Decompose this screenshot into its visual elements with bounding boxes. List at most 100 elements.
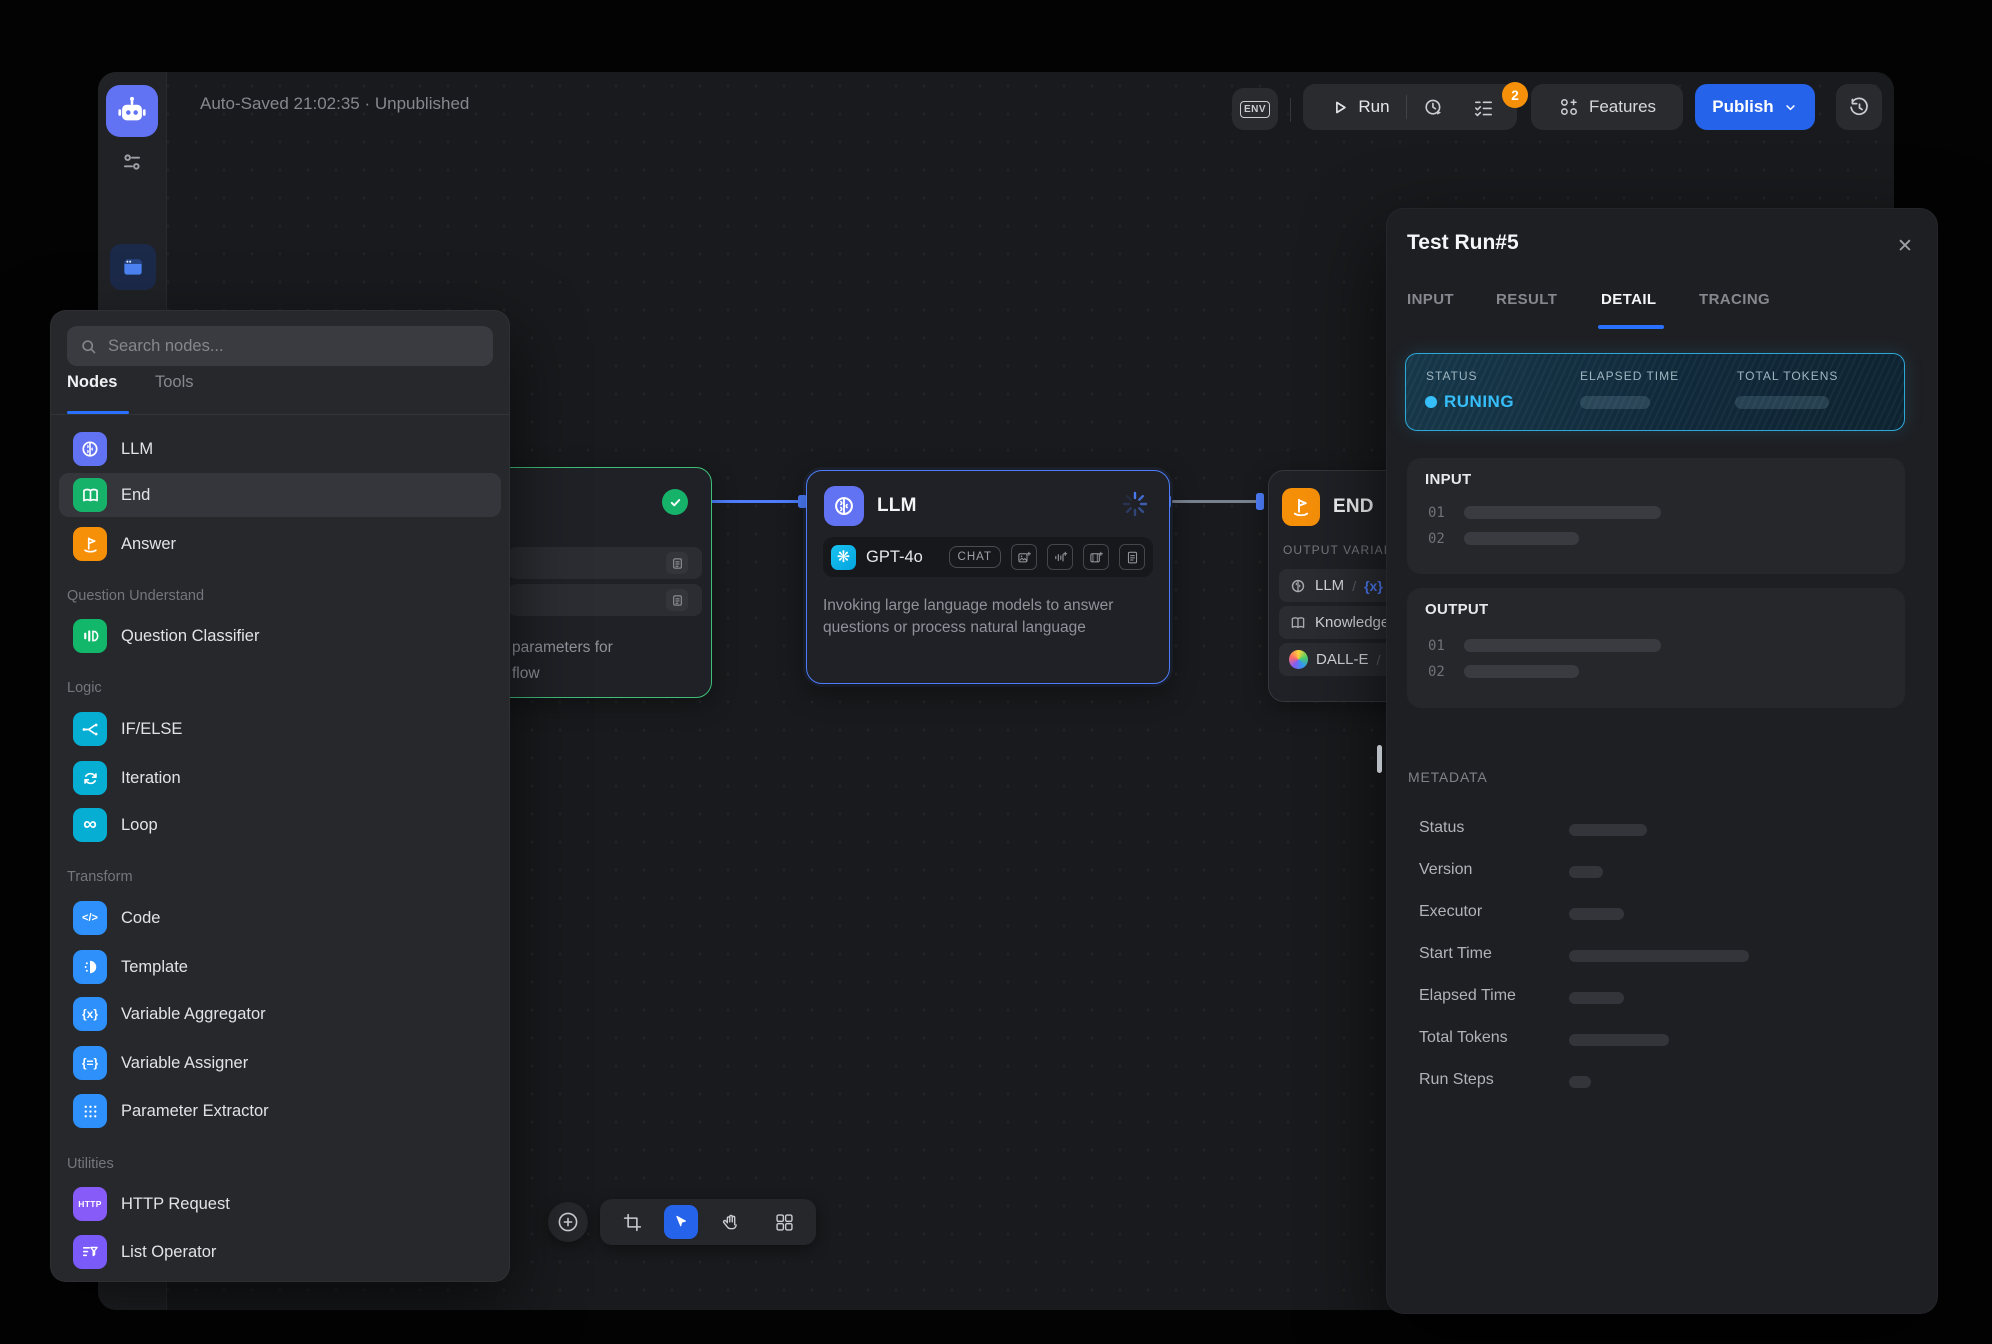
pointer-mode-button[interactable] xyxy=(664,1205,698,1239)
chat-mode-badge: CHAT xyxy=(949,546,1001,568)
model-selector[interactable]: ❋ GPT-4o CHAT xyxy=(823,537,1153,577)
meta-executor-skeleton xyxy=(1569,908,1624,920)
elapsed-time-label: ELAPSED TIME xyxy=(1580,369,1679,383)
iteration-icon xyxy=(73,761,107,795)
plus-circle-icon xyxy=(556,1210,580,1234)
total-tokens-label: TOTAL TOKENS xyxy=(1737,369,1838,383)
tab-detail[interactable]: DETAIL xyxy=(1601,291,1656,308)
checklist-icon xyxy=(1472,96,1495,119)
running-status-dot xyxy=(1425,396,1437,408)
publish-button[interactable]: Publish xyxy=(1695,84,1815,130)
llm-node-description: Invoking large language models to answer… xyxy=(823,595,1155,638)
tab-tools[interactable]: Tools xyxy=(155,373,194,392)
hand-mode-button[interactable] xyxy=(708,1200,752,1244)
edge-start-to-llm xyxy=(710,500,802,503)
llm-node[interactable]: LLM ❋ GPT-4o CHAT xyxy=(806,470,1170,684)
tab-tracing[interactable]: TRACING xyxy=(1699,291,1770,308)
status-card: STATUS ELAPSED TIME TOTAL TOKENS RUNING xyxy=(1405,353,1905,431)
meta-elapsed-time-skeleton xyxy=(1569,992,1624,1004)
run-history-button[interactable] xyxy=(1407,96,1460,119)
add-node-button[interactable] xyxy=(548,1202,588,1242)
palette-item-list-operator[interactable]: List Operator xyxy=(59,1230,501,1274)
clock-play-icon xyxy=(1422,96,1445,119)
palette-item-llm[interactable]: LLM xyxy=(59,427,501,471)
start-variable-row[interactable] xyxy=(508,584,702,616)
answer-icon xyxy=(73,527,107,561)
screenshot-root: Auto-Saved 21:02:35 · Unpublished ENV Ru… xyxy=(0,0,1992,1344)
features-button[interactable]: Features xyxy=(1531,84,1683,130)
run-button[interactable]: Run xyxy=(1313,97,1405,118)
checklist-badge: 2 xyxy=(1502,82,1528,108)
palette-item-question-classifier[interactable]: Question Classifier xyxy=(59,614,501,658)
palette-item-end[interactable]: End xyxy=(59,473,501,517)
search-icon xyxy=(79,337,98,356)
variable-aggregator-icon: {x} xyxy=(73,997,107,1031)
close-icon[interactable]: ✕ xyxy=(1897,235,1913,258)
palette-item-code[interactable]: </> Code xyxy=(59,896,501,940)
palette-item-if-else[interactable]: IF/ELSE xyxy=(59,707,501,751)
palette-item-parameter-extractor[interactable]: Parameter Extractor xyxy=(59,1089,501,1133)
if-else-icon xyxy=(73,712,107,746)
end-input-port[interactable] xyxy=(1256,493,1264,510)
start-node[interactable]: parameters for flow xyxy=(495,467,712,698)
hand-icon xyxy=(720,1212,741,1233)
llm-icon xyxy=(73,432,107,466)
running-status-value: RUNING xyxy=(1444,392,1514,412)
code-icon: </> xyxy=(73,901,107,935)
test-run-panel: Test Run#5 ✕ INPUT RESULT DETAIL TRACING… xyxy=(1386,208,1938,1314)
meta-start-time: Start Time xyxy=(1419,945,1492,963)
active-tab-underline xyxy=(67,411,129,414)
app-logo[interactable] xyxy=(106,85,158,137)
frame-icon xyxy=(622,1212,643,1233)
dalle-icon xyxy=(1289,650,1308,669)
meta-version: Version xyxy=(1419,861,1472,879)
palette-item-variable-aggregator[interactable]: {x} Variable Aggregator xyxy=(59,992,501,1036)
video-capability-icon xyxy=(1083,544,1109,570)
meta-status: Status xyxy=(1419,819,1464,837)
input-card: INPUT 01 02 xyxy=(1407,458,1905,574)
preview-window-button[interactable] xyxy=(110,244,156,290)
section-utilities: Utilities xyxy=(67,1156,114,1172)
palette-item-loop[interactable]: ∞ Loop xyxy=(59,803,501,847)
checklist-button[interactable] xyxy=(1460,96,1507,119)
tab-input[interactable]: INPUT xyxy=(1407,291,1454,308)
palette-item-answer[interactable]: Answer xyxy=(59,522,501,566)
tab-nodes[interactable]: Nodes xyxy=(67,373,117,392)
tab-result[interactable]: RESULT xyxy=(1496,291,1557,308)
workflow-settings-button[interactable] xyxy=(118,148,146,176)
history-icon xyxy=(1848,96,1871,119)
end-node-icon xyxy=(1282,488,1320,526)
start-variable-row[interactable] xyxy=(508,547,702,579)
section-question-understand: Question Understand xyxy=(67,588,204,604)
meta-version-skeleton xyxy=(1569,866,1603,878)
section-logic: Logic xyxy=(67,680,102,696)
edge-llm-to-end xyxy=(1172,500,1258,503)
window-icon xyxy=(120,254,146,280)
auto-layout-button[interactable] xyxy=(762,1200,806,1244)
env-button[interactable]: ENV xyxy=(1232,88,1278,130)
detail-tab-underline xyxy=(1598,325,1664,329)
fit-view-button[interactable] xyxy=(610,1200,654,1244)
success-check-icon xyxy=(662,489,688,515)
openai-icon: ❋ xyxy=(831,545,856,570)
node-search-input[interactable]: Search nodes... xyxy=(67,326,493,366)
end-node-title: END xyxy=(1333,496,1374,518)
start-node-description: parameters for flow xyxy=(512,635,613,687)
palette-item-http-request[interactable]: HTTP HTTP Request xyxy=(59,1182,501,1226)
template-icon xyxy=(73,950,107,984)
question-classifier-icon xyxy=(73,619,107,653)
palette-item-template[interactable]: Template xyxy=(59,945,501,989)
model-name: GPT-4o xyxy=(866,548,923,567)
palette-item-iteration[interactable]: Iteration xyxy=(59,756,501,800)
meta-start-time-skeleton xyxy=(1569,950,1749,962)
search-placeholder: Search nodes... xyxy=(108,337,224,356)
cursor-icon xyxy=(672,1213,690,1231)
palette-item-variable-assigner[interactable]: {=} Variable Assigner xyxy=(59,1041,501,1085)
grid-plus-icon xyxy=(1558,96,1580,118)
http-request-icon: HTTP xyxy=(73,1187,107,1221)
version-history-button[interactable] xyxy=(1836,84,1882,130)
output-label: OUTPUT xyxy=(1425,601,1488,618)
robot-icon xyxy=(115,94,149,128)
metadata-label: METADATA xyxy=(1408,769,1488,785)
panel-resize-handle[interactable] xyxy=(1377,745,1382,773)
